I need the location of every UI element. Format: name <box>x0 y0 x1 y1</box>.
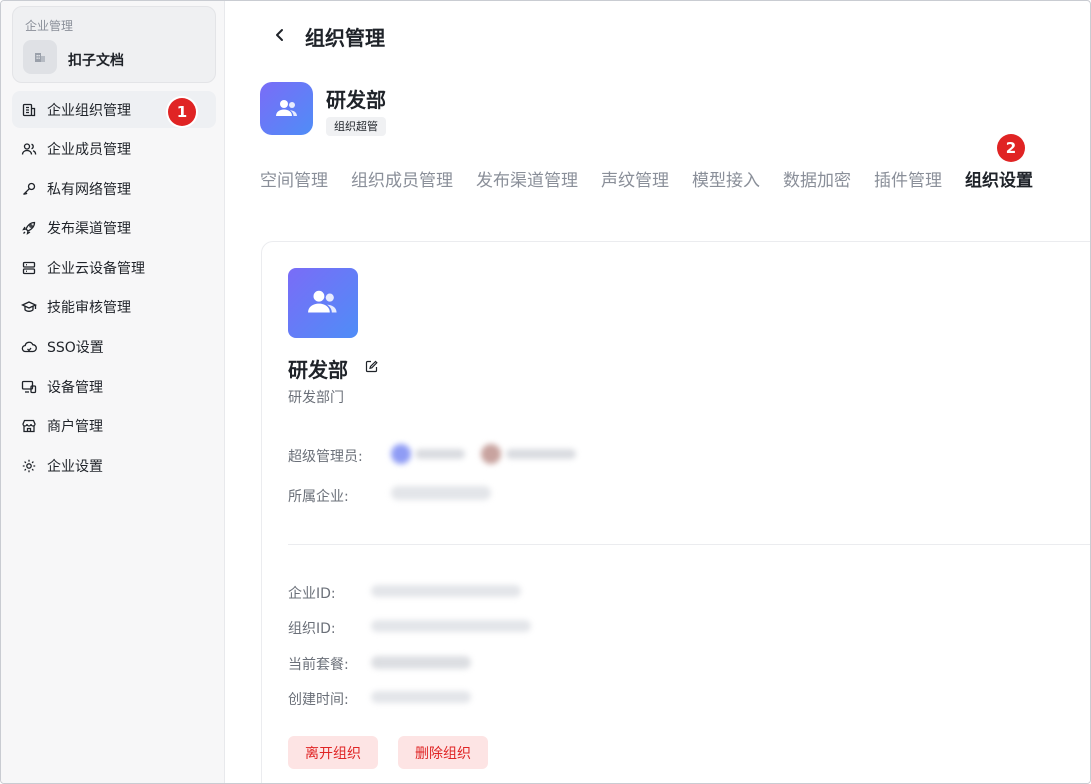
admin-name-2-redacted <box>506 449 576 459</box>
sidebar-item-skill-review[interactable]: 技能审核管理 <box>12 289 216 326</box>
divider <box>288 544 1090 545</box>
sidebar-item-label: 企业组织管理 <box>47 102 131 119</box>
graduation-cap-icon <box>21 299 37 315</box>
delete-org-button[interactable]: 删除组织 <box>398 736 488 769</box>
sidebar-item-publish-channels[interactable]: 发布渠道管理 <box>12 210 216 247</box>
users-icon <box>21 141 37 157</box>
leave-org-button[interactable]: 离开组织 <box>288 736 378 769</box>
team-icon <box>275 99 297 116</box>
admin-avatar-1 <box>391 444 411 464</box>
org-id-label: 组织ID: <box>288 621 336 637</box>
sidebar-item-merchant-management[interactable]: 商户管理 <box>12 408 216 445</box>
tab-publish-channels[interactable]: 发布渠道管理 <box>476 166 578 194</box>
sidebar-item-sso-settings[interactable]: SSO设置 <box>12 329 216 366</box>
super-admin-label: 超级管理员: <box>288 449 363 465</box>
enterprise-id-redacted <box>371 585 521 597</box>
tab-space-management[interactable]: 空间管理 <box>260 166 328 194</box>
sidebar-item-enterprise-settings[interactable]: 企业设置 <box>12 447 216 484</box>
tab-org-members[interactable]: 组织成员管理 <box>351 166 453 194</box>
store-icon <box>21 418 37 434</box>
org-id-redacted <box>371 620 531 632</box>
enterprise-label: 所属企业: <box>288 489 349 505</box>
created-time-label: 创建时间: <box>288 692 349 708</box>
role-tag: 组织超管 <box>326 117 386 136</box>
admin-name-1-redacted <box>415 449 465 459</box>
plan-label: 当前套餐: <box>288 657 349 673</box>
edit-icon[interactable] <box>365 360 378 373</box>
sidebar-item-label: 企业设置 <box>47 458 103 475</box>
admin-avatar-2 <box>481 444 501 464</box>
building-icon <box>21 102 37 118</box>
org-name: 研发部 <box>288 358 348 382</box>
team-icon <box>308 290 337 313</box>
key-icon <box>21 181 37 197</box>
cloud-icon <box>21 339 37 355</box>
enterprise-caption: 企业管理 <box>25 19 74 33</box>
back-arrow-icon[interactable] <box>271 26 289 44</box>
sidebar-item-label: 私有网络管理 <box>47 181 131 198</box>
sidebar-item-label: 技能审核管理 <box>47 300 131 317</box>
org-description: 研发部门 <box>288 390 344 406</box>
enterprise-name: 扣子文档 <box>68 53 124 69</box>
enterprise-switcher[interactable]: 企业管理 扣子文档 <box>12 6 216 83</box>
created-time-redacted <box>371 691 471 703</box>
sidebar-nav: 企业组织管理 企业成员管理 私有网络管理 发布渠道管理 企业云设备管理 技能审核… <box>12 91 216 487</box>
sidebar-item-label: 发布渠道管理 <box>47 221 131 238</box>
enterprise-value-redacted <box>391 486 491 500</box>
tab-voiceprint[interactable]: 声纹管理 <box>601 166 669 194</box>
tab-org-settings[interactable]: 组织设置 <box>965 166 1033 194</box>
sidebar-item-label: 商户管理 <box>47 419 103 436</box>
rocket-icon <box>21 220 37 236</box>
tab-data-encryption[interactable]: 数据加密 <box>783 166 851 194</box>
org-avatar <box>260 82 313 135</box>
devices-icon <box>21 379 37 395</box>
sidebar-item-label: 企业云设备管理 <box>47 260 145 277</box>
enterprise-logo-icon <box>23 40 57 74</box>
tab-bar: 空间管理 组织成员管理 发布渠道管理 声纹管理 模型接入 数据加密 插件管理 组… <box>260 166 1056 194</box>
tab-plugin-management[interactable]: 插件管理 <box>874 166 942 194</box>
sidebar-item-cloud-devices[interactable]: 企业云设备管理 <box>12 249 216 286</box>
tab-model-access[interactable]: 模型接入 <box>692 166 760 194</box>
org-name-heading: 研发部 <box>326 88 386 112</box>
app-window: 企业管理 扣子文档 企业组织管理 企业成员管理 私有网络管理 发布渠道管理 企业… <box>0 0 1091 784</box>
sidebar-item-private-network[interactable]: 私有网络管理 <box>12 170 216 207</box>
org-avatar-large[interactable] <box>288 268 358 338</box>
step-badge-1: 1 <box>168 98 196 126</box>
plan-value-redacted <box>371 656 471 669</box>
sidebar-item-label: SSO设置 <box>47 340 104 357</box>
sidebar-item-label: 设备管理 <box>47 379 103 396</box>
gear-icon <box>21 458 37 474</box>
enterprise-id-label: 企业ID: <box>288 586 336 602</box>
sidebar-item-device-management[interactable]: 设备管理 <box>12 368 216 405</box>
step-badge-2: 2 <box>997 134 1025 162</box>
page-title: 组织管理 <box>305 26 385 50</box>
sidebar-item-label: 企业成员管理 <box>47 142 131 159</box>
server-icon <box>21 260 37 276</box>
sidebar-item-member-management[interactable]: 企业成员管理 <box>12 131 216 168</box>
